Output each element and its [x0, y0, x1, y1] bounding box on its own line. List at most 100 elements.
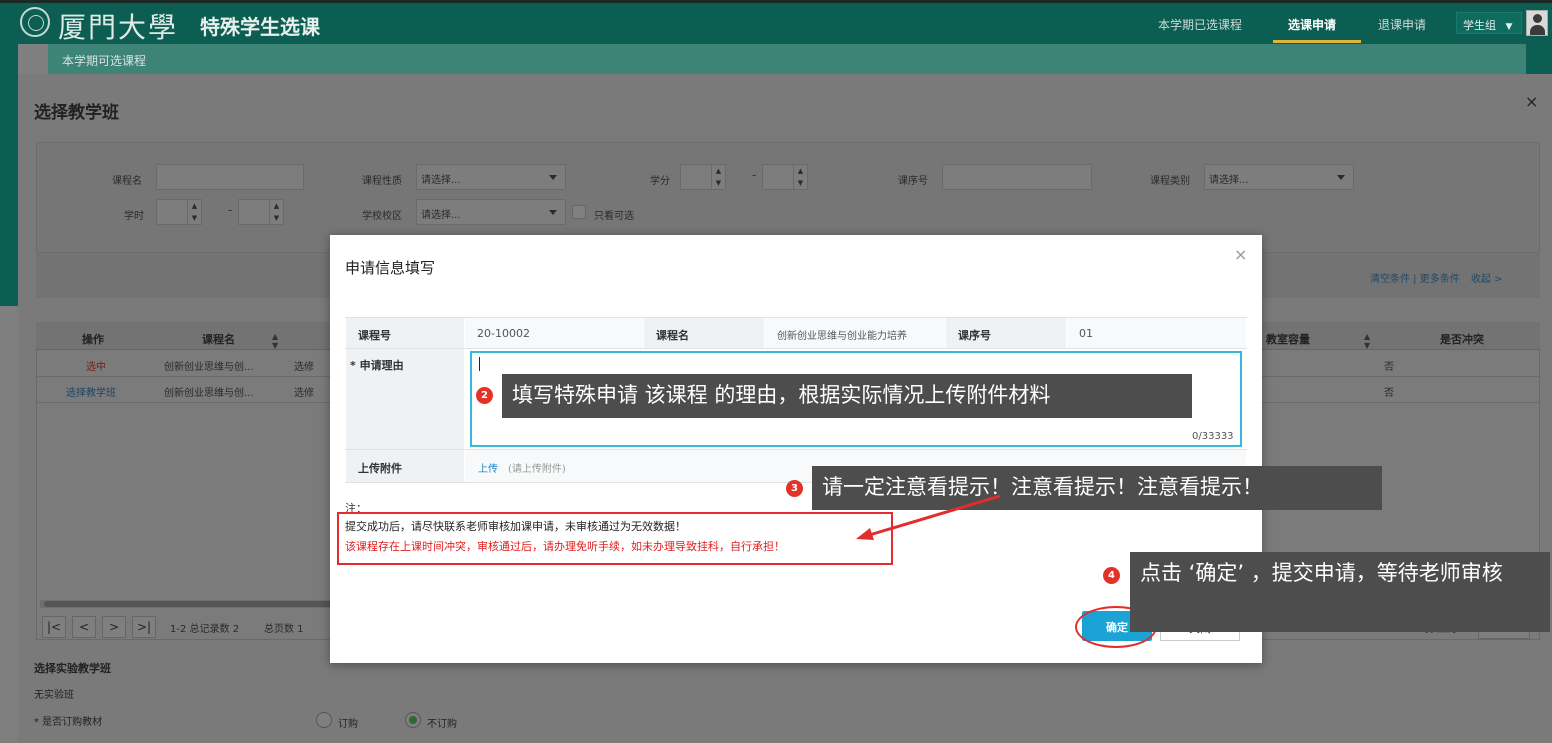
pager-first-button[interactable]: |< [42, 616, 66, 638]
range-dash: - [228, 203, 233, 217]
chevron-down-icon [1337, 175, 1345, 180]
panel-close-icon[interactable]: × [1525, 92, 1538, 111]
table-border [345, 348, 1247, 349]
filter-course-name-input[interactable] [156, 164, 304, 190]
filter-course-type-value: 请选择... [1209, 175, 1249, 186]
course-name-value: 创新创业思维与创业能力培养 [765, 318, 945, 348]
callout-step-4: 点击 ‘确定’ ，提交申请，等待老师审核 [1130, 552, 1550, 632]
required-reason-label: * 申请理由 [350, 359, 404, 372]
textbook-yes-radio[interactable] [316, 712, 332, 728]
scrollbar-thumb[interactable] [44, 601, 364, 607]
system-title: 特殊学生选课 [200, 15, 320, 39]
sort-icon[interactable]: ▲ ▼ [272, 332, 278, 350]
textbook-no-label: 不订购 [427, 719, 457, 730]
pager-next-button[interactable]: > [102, 616, 126, 638]
callout-step-2: 填写特殊申请 该课程 的理由，根据实际情况上传附件材料 [502, 374, 1192, 418]
textbook-yes-label: 订购 [338, 719, 358, 730]
step-badge-2: 2 [476, 387, 493, 404]
top-bar-edge [0, 0, 1552, 3]
note-line-1: 提交成功后，请尽快联系老师审核加课申请，未审核通过为无效数据！ [345, 520, 686, 533]
upload-link[interactable]: 上传 [478, 460, 498, 475]
lab-class-title: 选择实验教学班 [34, 662, 111, 675]
panel-title: 选择教学班 [34, 103, 119, 123]
filter-hours-label: 学时 [124, 211, 144, 222]
row-select-link[interactable]: 选中 [86, 358, 106, 373]
row-course-name: 创新创业思维与创... [164, 388, 254, 399]
left-header-strip [0, 44, 18, 306]
filter-campus-select[interactable]: 请选择... [416, 199, 566, 225]
filter-course-nature-select[interactable]: 请选择... [416, 164, 566, 190]
column-header-conflict: 是否冲突 [1440, 333, 1484, 346]
spinner-arrows-icon[interactable]: ▲ ▼ [187, 200, 201, 224]
step-badge-3: 3 [786, 480, 803, 497]
filter-links: 清空条件 | 更多条件 收起 > [1370, 274, 1503, 285]
text-cursor [479, 357, 480, 371]
reason-label: * 申请理由 [346, 349, 464, 449]
close-icon[interactable]: × [1234, 245, 1247, 264]
nav-active-indicator [1273, 40, 1361, 43]
spinner-arrows-icon[interactable]: ▲ ▼ [711, 165, 725, 189]
filter-course-seq-input[interactable] [942, 164, 1092, 190]
pager-last-button[interactable]: >| [132, 616, 156, 638]
textbook-no-radio[interactable] [405, 712, 421, 728]
pager-total-pages: 总页数 1 [264, 624, 304, 635]
university-seal-icon [20, 7, 50, 37]
course-no-value: 20-10002 [465, 318, 643, 348]
upload-label: 上传附件 [346, 450, 464, 482]
filter-course-name-label: 课程名 [112, 176, 142, 187]
user-role-label: 学生组 [1463, 19, 1496, 32]
course-seq-value: 01 [1067, 318, 1246, 348]
only-available-label: 只看可选 [594, 211, 634, 222]
column-header-room-capacity[interactable]: 教室容量 [1266, 323, 1310, 351]
nav-course-application[interactable]: 选课申请 [1288, 16, 1336, 33]
chevron-down-icon [549, 210, 557, 215]
avatar[interactable] [1526, 10, 1548, 36]
filter-hours-max[interactable]: ▲ ▼ [238, 199, 284, 225]
course-no-label: 课程号 [346, 318, 464, 348]
column-header-op: 操作 [82, 333, 104, 346]
filter-credit-label: 学分 [650, 176, 670, 187]
sort-icon[interactable]: ▲ ▼ [1364, 332, 1370, 350]
user-menu[interactable]: 学生组 ▼ [1456, 12, 1522, 34]
filter-course-nature-value: 请选择... [421, 175, 461, 186]
collapse-filters-link[interactable]: 收起 > [1471, 274, 1503, 285]
filter-credit-min[interactable]: ▲ ▼ [680, 164, 726, 190]
chevron-down-icon [549, 175, 557, 180]
modal-title: 申请信息填写 [345, 259, 436, 277]
nav-selected-courses[interactable]: 本学期已选课程 [1158, 16, 1242, 33]
filter-hours-min[interactable]: ▲ ▼ [156, 199, 202, 225]
filter-course-nature-label: 课程性质 [362, 176, 402, 187]
table-border [345, 317, 1247, 318]
available-courses-tab[interactable]: 本学期可选课程 [62, 52, 146, 69]
row-conflict: 否 [1384, 388, 1394, 399]
spinner-arrows-icon[interactable]: ▲ ▼ [793, 165, 807, 189]
range-dash: - [752, 168, 757, 182]
course-name-label: 课程名 [644, 318, 764, 348]
course-seq-label: 课序号 [946, 318, 1066, 348]
table-border [345, 449, 1247, 450]
more-filters-link[interactable]: 更多条件 [1420, 274, 1460, 285]
right-header-strip [1526, 44, 1552, 74]
step-badge-4: 4 [1103, 567, 1120, 584]
upload-hint: (请上传附件) [508, 464, 566, 475]
reason-char-counter: 0/33333 [1192, 431, 1234, 442]
column-header-course-name[interactable]: 课程名 [202, 323, 235, 351]
note-line-2: 该课程存在上课时间冲突，审核通过后，请办理免听手续，如未办理导致挂科，自行承担！ [345, 540, 785, 553]
pager-prev-button[interactable]: < [72, 616, 96, 638]
only-available-checkbox[interactable] [572, 205, 586, 219]
row-course-nature: 选修 [294, 388, 314, 399]
filter-campus-value: 请选择... [421, 210, 461, 221]
clear-filters-link[interactable]: 清空条件 [1370, 274, 1410, 285]
filter-credit-max[interactable]: ▲ ▼ [762, 164, 808, 190]
row-course-nature: 选修 [294, 362, 314, 373]
university-logo-text: 厦門大學 [58, 11, 179, 44]
filter-course-type-select[interactable]: 请选择... [1204, 164, 1354, 190]
filter-course-type-label: 课程类别 [1150, 176, 1190, 187]
pager-summary: 1-2 总记录数 2 [170, 624, 240, 635]
chevron-down-icon: ▼ [1505, 22, 1513, 32]
filter-campus-label: 学校校区 [362, 211, 402, 222]
textbook-label: * 是否订购教材 [34, 717, 103, 728]
nav-drop-application[interactable]: 退课申请 [1378, 16, 1426, 33]
spinner-arrows-icon[interactable]: ▲ ▼ [269, 200, 283, 224]
row-choose-class-link[interactable]: 选择教学班 [66, 384, 116, 399]
